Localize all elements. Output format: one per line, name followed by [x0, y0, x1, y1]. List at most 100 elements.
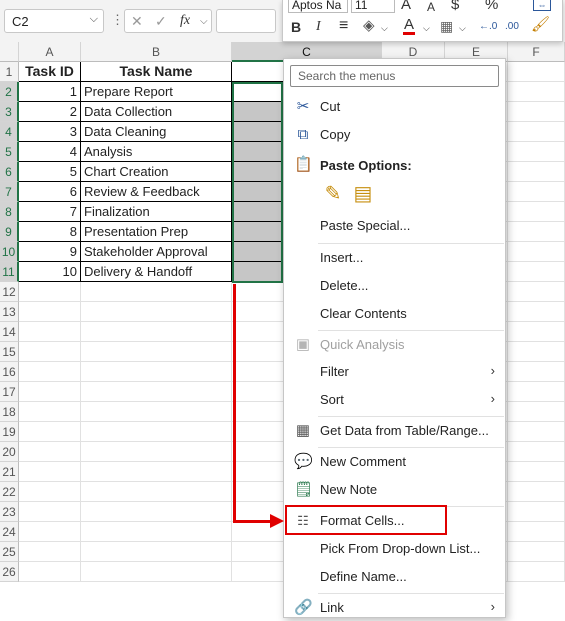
row-header[interactable]: 6 [0, 162, 19, 182]
row-header[interactable]: 11 [0, 262, 19, 282]
cell[interactable] [508, 382, 565, 402]
enter-icon[interactable]: ✓ [155, 13, 167, 30]
task-id-cell[interactable]: 9 [19, 242, 81, 262]
task-id-cell[interactable]: 4 [19, 142, 81, 162]
font-name-dropdown[interactable]: Aptos Na [288, 0, 348, 13]
font-color-button[interactable]: A [403, 17, 416, 35]
task-name-cell[interactable]: Data Cleaning [81, 122, 232, 142]
cell[interactable] [19, 402, 81, 422]
cell[interactable] [81, 462, 232, 482]
row-header[interactable]: 9 [0, 222, 19, 242]
cell[interactable] [508, 502, 565, 522]
cell[interactable] [19, 482, 81, 502]
cell[interactable] [19, 362, 81, 382]
row-header[interactable]: 5 [0, 142, 19, 162]
cell[interactable] [508, 482, 565, 502]
row-header[interactable]: 22 [0, 482, 19, 502]
row-header[interactable]: 16 [0, 362, 19, 382]
cell[interactable] [508, 82, 565, 102]
cell[interactable] [508, 122, 565, 142]
fill-color-icon[interactable]: ◈ [363, 18, 375, 33]
insert-function-button[interactable]: fx [180, 13, 190, 29]
row-header[interactable]: 19 [0, 422, 19, 442]
task-id-cell[interactable]: 10 [19, 262, 81, 282]
cell[interactable] [81, 402, 232, 422]
task-name-cell[interactable]: Prepare Report [81, 82, 232, 102]
task-name-cell[interactable]: Analysis [81, 142, 232, 162]
menu-item-sort[interactable]: Sort › [284, 387, 505, 413]
format-painter-icon[interactable]: 🖌 [531, 17, 550, 32]
task-name-cell[interactable]: Data Collection [81, 102, 232, 122]
formula-input[interactable] [216, 9, 276, 33]
cell[interactable] [508, 202, 565, 222]
cell[interactable] [81, 282, 232, 302]
row-header[interactable]: 23 [0, 502, 19, 522]
menu-item-get-data[interactable]: ▦ Get Data from Table/Range... [284, 418, 505, 444]
increase-font-button[interactable]: A [401, 0, 411, 12]
column-header-a[interactable]: A [19, 42, 81, 62]
cell[interactable] [508, 142, 565, 162]
cell[interactable] [508, 342, 565, 362]
cell[interactable] [508, 302, 565, 322]
cell[interactable] [81, 302, 232, 322]
task-id-cell[interactable]: 5 [19, 162, 81, 182]
increase-decimal-button[interactable]: ←.0 [479, 20, 497, 34]
menu-search-input[interactable]: Search the menus [290, 65, 499, 87]
cell[interactable] [508, 442, 565, 462]
cell[interactable] [81, 442, 232, 462]
select-all-corner[interactable] [0, 42, 19, 62]
cell[interactable] [508, 562, 565, 582]
column-header-f[interactable]: F [508, 42, 565, 62]
menu-item-filter[interactable]: Filter › [284, 359, 505, 385]
row-header[interactable]: 25 [0, 542, 19, 562]
cell[interactable] [81, 542, 232, 562]
borders-icon[interactable]: ▦ [440, 19, 453, 33]
task-name-cell[interactable]: Review & Feedback [81, 182, 232, 202]
cell[interactable] [19, 502, 81, 522]
cell[interactable] [19, 422, 81, 442]
task-name-cell[interactable]: Delivery & Handoff [81, 262, 232, 282]
cell[interactable] [19, 382, 81, 402]
cell[interactable] [19, 322, 81, 342]
bold-button[interactable]: B [291, 20, 301, 34]
cell[interactable] [81, 362, 232, 382]
menu-item-new-note[interactable]: 🗒 New Note [284, 477, 505, 503]
row-header[interactable]: 8 [0, 202, 19, 222]
cell[interactable] [508, 222, 565, 242]
row-header[interactable]: 17 [0, 382, 19, 402]
row-header[interactable]: 4 [0, 122, 19, 142]
cell[interactable] [508, 182, 565, 202]
cell[interactable] [81, 382, 232, 402]
cell[interactable] [508, 102, 565, 122]
name-box[interactable]: C2 ⌵ [4, 9, 104, 33]
cell[interactable] [19, 442, 81, 462]
menu-item-cut[interactable]: ✂ Cut [284, 94, 505, 120]
cell[interactable] [508, 542, 565, 562]
row-header[interactable]: 14 [0, 322, 19, 342]
cancel-icon[interactable]: ✕ [131, 13, 143, 30]
paste-keep-format-icon[interactable]: ✎ [320, 181, 346, 207]
cell[interactable] [508, 402, 565, 422]
cell[interactable] [508, 362, 565, 382]
wrap-icon[interactable]: ⇔ [533, 0, 551, 11]
task-id-cell[interactable]: 7 [19, 202, 81, 222]
cell[interactable] [508, 262, 565, 282]
row-header[interactable]: 7 [0, 182, 19, 202]
menu-item-insert[interactable]: Insert... [284, 245, 505, 271]
menu-item-link[interactable]: 🔗 Link › [284, 595, 505, 621]
font-size-dropdown[interactable]: 11 [351, 0, 395, 13]
row-header[interactable]: 20 [0, 442, 19, 462]
cell[interactable] [19, 562, 81, 582]
row-header[interactable]: 3 [0, 102, 19, 122]
task-name-cell[interactable]: Finalization [81, 202, 232, 222]
cell[interactable] [81, 562, 232, 582]
task-name-cell[interactable]: Chart Creation [81, 162, 232, 182]
menu-item-clear-contents[interactable]: Clear Contents [284, 301, 505, 327]
task-id-cell[interactable]: 8 [19, 222, 81, 242]
cell[interactable] [508, 422, 565, 442]
cell[interactable] [19, 542, 81, 562]
column-header-b[interactable]: B [81, 42, 232, 62]
row-header[interactable]: 24 [0, 522, 19, 542]
cell[interactable] [508, 62, 565, 82]
menu-item-new-comment[interactable]: 💬 New Comment [284, 449, 505, 475]
